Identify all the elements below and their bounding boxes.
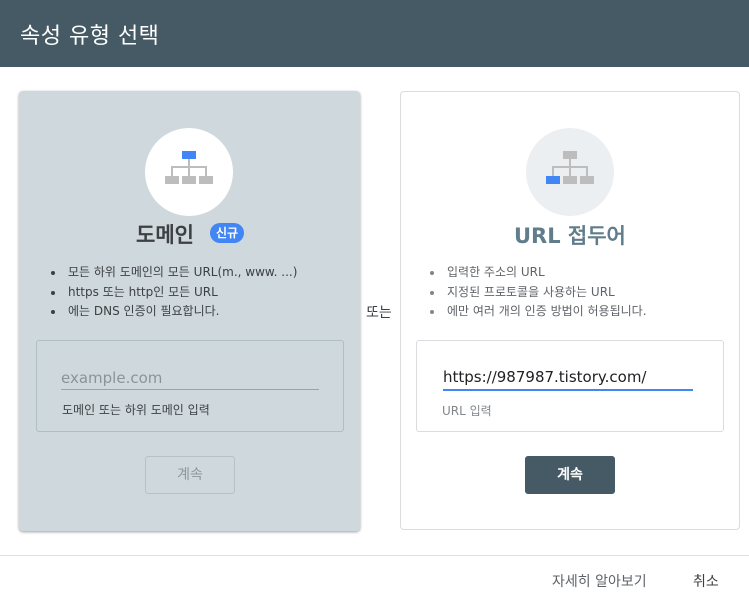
domain-continue-button[interactable]: 계속 — [145, 456, 235, 494]
url-feature-list: 입력한 주소의 URL 지정된 프로토콜을 사용하는 URL 에만 여러 개의 … — [429, 263, 647, 322]
url-card-title: URL 접두어 — [514, 224, 626, 248]
or-separator: 또는 — [366, 305, 392, 321]
url-input-box: URL 입력 — [416, 340, 724, 432]
url-input-helper: URL 입력 — [442, 404, 492, 418]
domain-icon-circle — [145, 128, 233, 216]
learn-more-link[interactable]: 자세히 알아보기 — [552, 571, 647, 591]
list-item: 에는 DNS 인증이 필요합니다. — [50, 302, 297, 322]
domain-feature-list: 모든 하위 도메인의 모든 URL(m., www. ...) https 또는… — [50, 263, 297, 322]
domain-input-helper: 도메인 또는 하위 도메인 입력 — [62, 403, 210, 417]
domain-property-card[interactable]: 도메인 신규 모든 하위 도메인의 모든 URL(m., www. ...) h… — [19, 91, 360, 531]
url-continue-button[interactable]: 계속 — [525, 456, 615, 494]
dialog-header: 속성 유형 선택 — [0, 0, 749, 67]
list-item: 모든 하위 도메인의 모든 URL(m., www. ...) — [50, 263, 297, 283]
domain-input[interactable] — [61, 366, 319, 390]
new-badge: 신규 — [210, 223, 244, 243]
url-icon-circle — [526, 128, 614, 216]
list-item: 지정된 프로토콜을 사용하는 URL — [429, 283, 647, 303]
list-item: 입력한 주소의 URL — [429, 263, 647, 283]
list-item: 에만 여러 개의 인증 방법이 허용됩니다. — [429, 302, 647, 322]
cancel-button[interactable]: 취소 — [693, 571, 719, 591]
list-item: https 또는 http인 모든 URL — [50, 283, 297, 303]
domain-input-box: 도메인 또는 하위 도메인 입력 — [36, 340, 344, 432]
sitemap-icon — [165, 151, 213, 184]
url-input[interactable] — [443, 365, 693, 391]
dialog-title: 속성 유형 선택 — [20, 24, 160, 49]
url-prefix-property-card[interactable]: URL 접두어 입력한 주소의 URL 지정된 프로토콜을 사용하는 URL 에… — [400, 91, 740, 530]
sitemap-icon — [546, 151, 594, 184]
domain-card-title: 도메인 — [136, 223, 194, 247]
footer-divider — [0, 555, 749, 556]
